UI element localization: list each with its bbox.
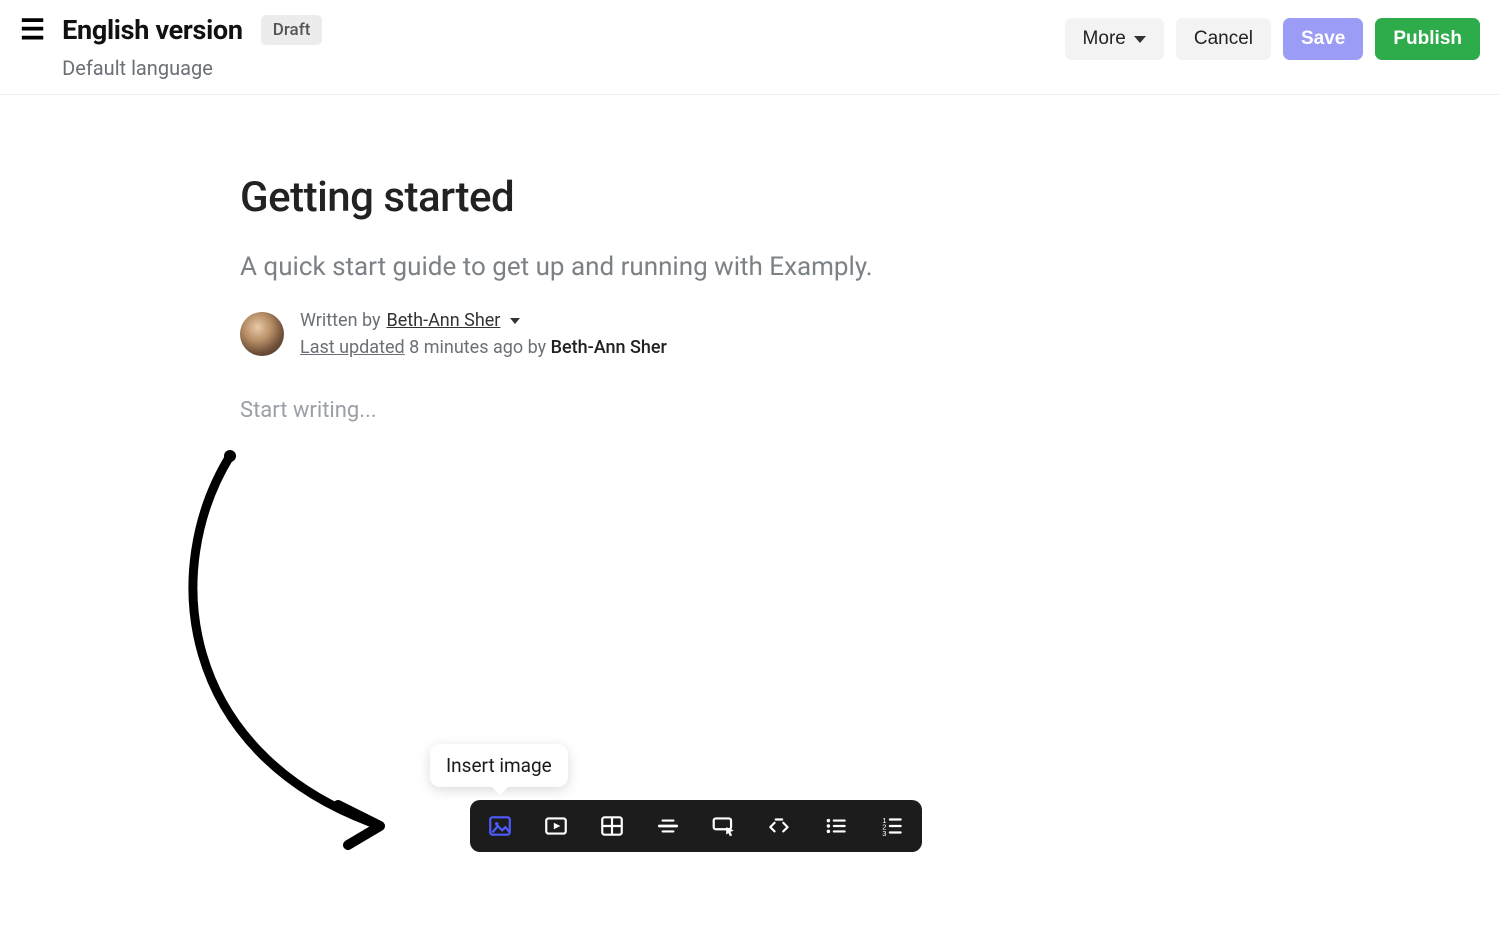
floating-toolbar-container: Insert image — [470, 800, 922, 852]
page-subtitle: Default language — [62, 56, 322, 80]
code-icon — [767, 813, 793, 839]
chevron-down-icon — [510, 318, 520, 324]
chevron-down-icon — [1134, 36, 1146, 43]
page-title: English version — [62, 14, 243, 46]
title-block: English version Draft Default language — [62, 14, 322, 80]
insert-video-button[interactable] — [540, 810, 572, 842]
divider-icon — [655, 813, 681, 839]
more-button[interactable]: More — [1065, 18, 1164, 60]
cancel-button[interactable]: Cancel — [1176, 18, 1271, 60]
last-updated-link[interactable]: Last updated — [300, 337, 405, 358]
button-icon — [711, 813, 737, 839]
written-by-label: Written by — [300, 310, 381, 331]
table-icon — [599, 813, 625, 839]
author-name-dropdown[interactable]: Beth-Ann Sher — [387, 310, 501, 331]
author-row: Written by Beth-Ann Sher Last updated 8 … — [240, 310, 1200, 358]
annotation-arrow — [170, 450, 430, 850]
save-button[interactable]: Save — [1283, 18, 1363, 60]
author-line1: Written by Beth-Ann Sher — [300, 310, 667, 331]
header-left: ☰ English version Draft Default language — [20, 14, 322, 80]
status-badge: Draft — [261, 15, 323, 45]
insert-code-button[interactable] — [764, 810, 796, 842]
numbered-list-icon: 1 2 3 — [879, 813, 905, 839]
document-subtitle[interactable]: A quick start guide to get up and runnin… — [240, 252, 1200, 282]
image-icon — [487, 813, 513, 839]
author-name-label: Beth-Ann Sher — [387, 310, 501, 331]
author-line2: Last updated 8 minutes ago by Beth-Ann S… — [300, 337, 667, 358]
editor-content: Getting started A quick start guide to g… — [240, 95, 1200, 423]
author-text: Written by Beth-Ann Sher Last updated 8 … — [300, 310, 667, 358]
numbered-list-button[interactable]: 1 2 3 — [876, 810, 908, 842]
more-button-label: More — [1083, 28, 1126, 50]
header-actions: More Cancel Save Publish — [1065, 14, 1480, 60]
updated-time: 8 minutes ago — [409, 337, 523, 358]
insert-divider-button[interactable] — [652, 810, 684, 842]
document-title[interactable]: Getting started — [240, 173, 1200, 222]
bulleted-list-button[interactable] — [820, 810, 852, 842]
editor-body[interactable]: Start writing... — [240, 398, 1200, 423]
video-icon — [543, 813, 569, 839]
publish-button[interactable]: Publish — [1375, 18, 1480, 60]
insert-table-button[interactable] — [596, 810, 628, 842]
author-avatar — [240, 312, 284, 356]
floating-toolbar: 1 2 3 — [470, 800, 922, 852]
bullet-list-icon — [823, 813, 849, 839]
by-label: by — [528, 337, 547, 358]
tooltip: Insert image — [430, 744, 568, 787]
insert-button-button[interactable] — [708, 810, 740, 842]
menu-icon[interactable]: ☰ — [20, 14, 44, 44]
title-row: English version Draft — [62, 14, 322, 46]
editor-header: ☰ English version Draft Default language… — [0, 0, 1500, 95]
editor-name: Beth-Ann Sher — [551, 337, 667, 358]
svg-text:3: 3 — [882, 829, 886, 838]
insert-image-button[interactable] — [484, 810, 516, 842]
